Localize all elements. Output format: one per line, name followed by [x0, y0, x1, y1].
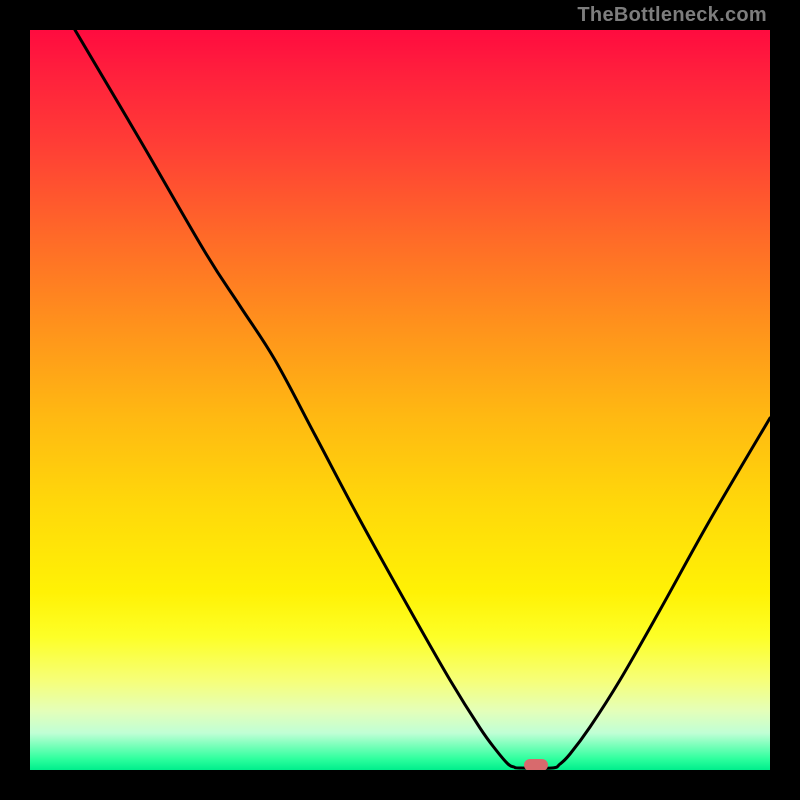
watermark-text: TheBottleneck.com [577, 4, 767, 27]
optimum-marker [524, 759, 548, 770]
chart-frame: TheBottleneck.com [0, 0, 800, 800]
bottleneck-curve [30, 30, 770, 770]
plot-area [30, 30, 770, 770]
